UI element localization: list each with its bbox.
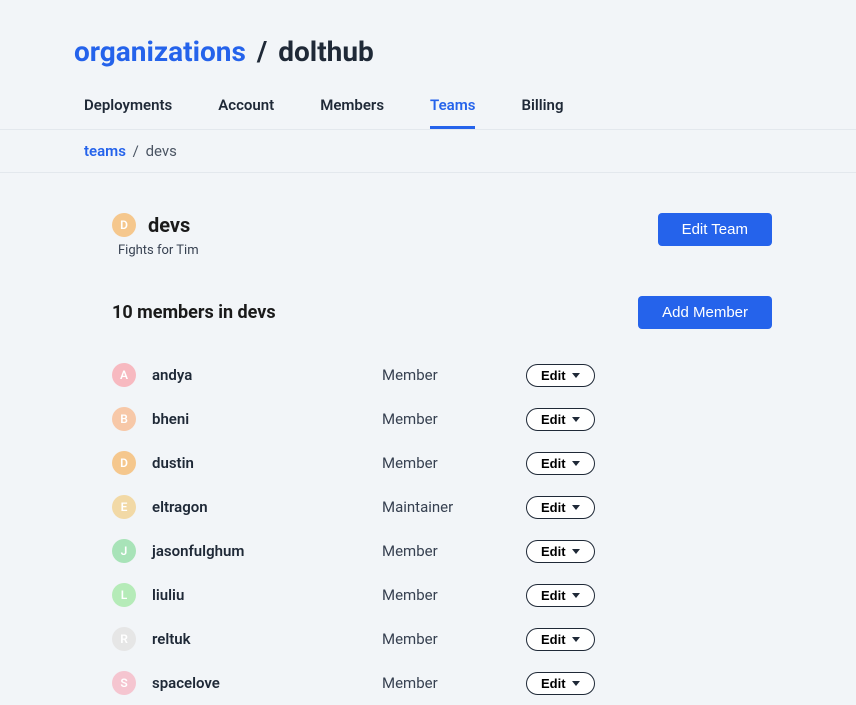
edit-member-button[interactable]: Edit: [526, 364, 595, 387]
organizations-link[interactable]: organizations: [74, 35, 246, 68]
edit-member-button[interactable]: Edit: [526, 628, 595, 651]
breadcrumb-separator: /: [133, 142, 139, 160]
team-name: devs: [148, 213, 190, 237]
member-name[interactable]: liuliu: [152, 586, 184, 604]
member-role: Member: [382, 410, 526, 428]
member-role: Member: [382, 454, 526, 472]
member-avatar: J: [112, 539, 136, 563]
member-name[interactable]: andya: [152, 366, 192, 384]
edit-member-button[interactable]: Edit: [526, 408, 595, 431]
tab-deployments[interactable]: Deployments: [84, 96, 172, 129]
chevron-down-icon: [572, 549, 580, 554]
chevron-down-icon: [572, 373, 580, 378]
member-row: Sspacelove Member Edit: [112, 661, 772, 705]
member-row: Ddustin Member Edit: [112, 441, 772, 485]
member-row: Lliuliu Member Edit: [112, 573, 772, 617]
edit-label: Edit: [541, 500, 566, 515]
members-count: 10 members in devs: [112, 302, 276, 323]
page-title: organizations / dolthub: [74, 35, 856, 68]
edit-member-button[interactable]: Edit: [526, 672, 595, 695]
member-role: Member: [382, 586, 526, 604]
chevron-down-icon: [572, 505, 580, 510]
chevron-down-icon: [572, 681, 580, 686]
member-avatar: R: [112, 627, 136, 651]
member-name[interactable]: bheni: [152, 410, 189, 428]
team-avatar: D: [112, 213, 136, 237]
edit-label: Edit: [541, 368, 566, 383]
edit-team-button[interactable]: Edit Team: [658, 213, 772, 246]
member-role: Maintainer: [382, 498, 526, 516]
member-avatar: E: [112, 495, 136, 519]
member-avatar: L: [112, 583, 136, 607]
member-row: Jjasonfulghum Member Edit: [112, 529, 772, 573]
breadcrumb-teams-link[interactable]: teams: [84, 142, 126, 160]
member-name[interactable]: eltragon: [152, 498, 208, 516]
team-subtitle: Fights for Tim: [118, 243, 199, 258]
member-role: Member: [382, 674, 526, 692]
edit-label: Edit: [541, 676, 566, 691]
member-name[interactable]: jasonfulghum: [152, 542, 244, 560]
member-name[interactable]: spacelove: [152, 674, 220, 692]
member-name[interactable]: reltuk: [152, 630, 191, 648]
member-avatar: A: [112, 363, 136, 387]
edit-label: Edit: [541, 412, 566, 427]
member-role: Member: [382, 542, 526, 560]
member-row: Eeltragon Maintainer Edit: [112, 485, 772, 529]
chevron-down-icon: [572, 417, 580, 422]
chevron-down-icon: [572, 461, 580, 466]
chevron-down-icon: [572, 593, 580, 598]
tabs-nav: Deployments Account Members Teams Billing: [74, 96, 856, 129]
org-name: dolthub: [278, 35, 374, 68]
member-role: Member: [382, 366, 526, 384]
tab-teams[interactable]: Teams: [430, 96, 475, 129]
edit-label: Edit: [541, 544, 566, 559]
member-role: Member: [382, 630, 526, 648]
tab-members[interactable]: Members: [320, 96, 384, 129]
member-name[interactable]: dustin: [152, 454, 194, 472]
edit-label: Edit: [541, 632, 566, 647]
member-row: Bbheni Member Edit: [112, 397, 772, 441]
breadcrumb: teams / devs: [0, 130, 856, 173]
title-separator: /: [257, 35, 267, 68]
member-avatar: B: [112, 407, 136, 431]
edit-member-button[interactable]: Edit: [526, 540, 595, 563]
breadcrumb-current: devs: [146, 142, 177, 160]
edit-label: Edit: [541, 588, 566, 603]
member-row: Rreltuk Member Edit: [112, 617, 772, 661]
edit-label: Edit: [541, 456, 566, 471]
member-row: Aandya Member Edit: [112, 353, 772, 397]
members-list: Aandya Member Edit Bbheni Member Edit Ddustin M…: [112, 353, 772, 705]
chevron-down-icon: [572, 637, 580, 642]
member-avatar: S: [112, 671, 136, 695]
edit-member-button[interactable]: Edit: [526, 496, 595, 519]
edit-member-button[interactable]: Edit: [526, 584, 595, 607]
add-member-button[interactable]: Add Member: [638, 296, 772, 329]
tab-account[interactable]: Account: [218, 96, 274, 129]
member-avatar: D: [112, 451, 136, 475]
tab-billing[interactable]: Billing: [521, 96, 563, 129]
edit-member-button[interactable]: Edit: [526, 452, 595, 475]
